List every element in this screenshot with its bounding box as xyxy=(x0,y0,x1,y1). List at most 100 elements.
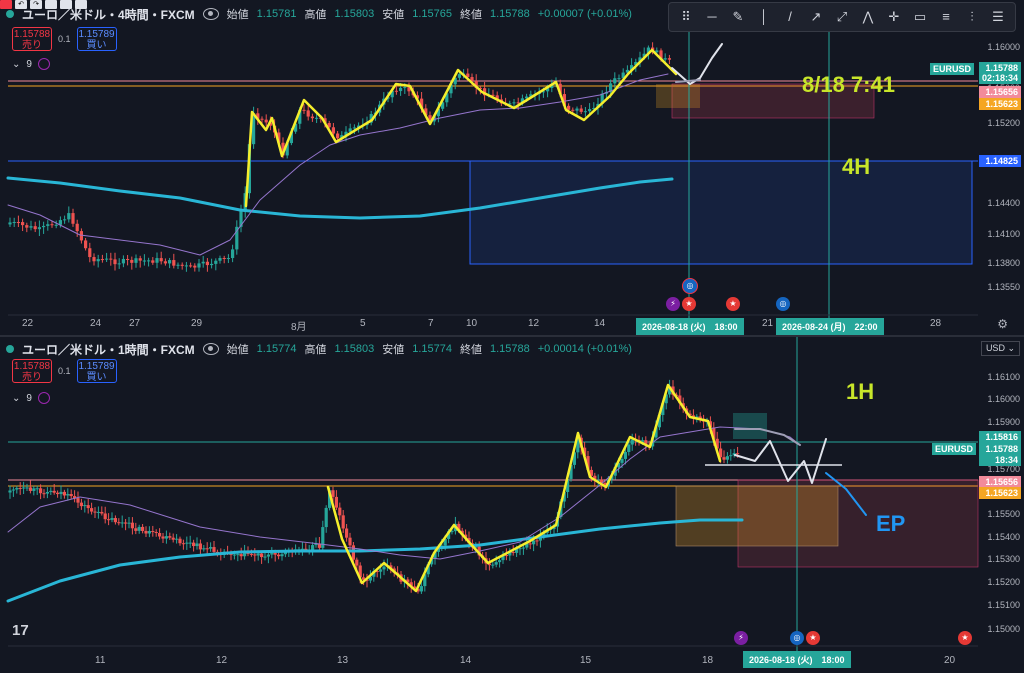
candle-body xyxy=(226,258,230,260)
ray-tool-icon[interactable]: ↗ xyxy=(805,6,827,28)
candle-body xyxy=(100,259,104,261)
candle-body xyxy=(22,487,26,489)
buy-button[interactable]: 1.15789 買い xyxy=(76,27,117,51)
sell-button[interactable]: 1.15788 売り xyxy=(12,27,52,51)
indicators-toggle[interactable]: ⌄ 9 xyxy=(12,58,50,70)
forecast-path xyxy=(734,438,827,484)
candle-body xyxy=(134,258,138,263)
candle-body xyxy=(71,213,75,224)
horizontal-line-tool-icon[interactable]: ─ xyxy=(701,6,723,28)
candle-body xyxy=(521,547,525,549)
annotation-entry-point: EP xyxy=(876,511,906,536)
sell-button[interactable]: 1.15788 売り xyxy=(12,359,52,383)
candle-body xyxy=(11,489,15,491)
candle-body xyxy=(192,542,196,547)
candle-body xyxy=(532,540,536,545)
moving-average-200 xyxy=(6,518,744,603)
candle-body xyxy=(205,548,209,550)
candle-body xyxy=(76,498,80,503)
trade-buttons: 1.15788 売り 0.1 1.15789 買い xyxy=(12,359,117,383)
candle-body xyxy=(491,564,495,566)
candle-body xyxy=(141,526,145,531)
chart-plot-4h[interactable] xyxy=(0,0,1024,335)
candle-body xyxy=(100,511,104,514)
event-icon[interactable]: ◎ xyxy=(790,631,804,645)
buy-button[interactable]: 1.15789 買い xyxy=(76,359,117,383)
us-flag-icon[interactable]: ★ xyxy=(726,297,740,311)
price-tick-label: 1.16000 xyxy=(987,394,1020,404)
buy-price: 1.15789 xyxy=(78,361,115,372)
candle-body xyxy=(25,487,29,489)
candle-body xyxy=(535,540,539,542)
candle-body xyxy=(69,494,73,497)
candle-body xyxy=(623,451,627,459)
low-label: 安値 xyxy=(382,344,405,356)
redo-icon[interactable]: ↷ xyxy=(30,0,42,9)
rectangle-tool-icon[interactable]: ▭ xyxy=(909,6,931,28)
path-tool-icon[interactable]: ⋀ xyxy=(857,6,879,28)
candle-body xyxy=(310,116,314,119)
candle-body xyxy=(345,528,349,538)
spread-value: 0.1 xyxy=(58,34,71,44)
countdown-tag: 02:18:34 xyxy=(979,72,1021,84)
more-tools-icon[interactable]: ☰ xyxy=(987,6,1009,28)
vertical-line-tool-icon[interactable]: │ xyxy=(753,6,775,28)
save-icon[interactable] xyxy=(45,0,57,9)
candle-body xyxy=(168,260,172,264)
chevron-down-icon: ⌄ xyxy=(12,58,21,70)
candle-body xyxy=(311,545,315,551)
undo-icon[interactable]: ↶ xyxy=(15,0,27,9)
candle-body xyxy=(158,533,162,537)
crosshair-tool-icon[interactable]: ✛ xyxy=(883,6,905,28)
copy-icon[interactable] xyxy=(75,0,87,9)
eye-icon[interactable] xyxy=(202,8,219,20)
candle-body xyxy=(195,543,199,547)
price-tick-label: 1.15900 xyxy=(987,417,1020,427)
high-label: 高値 xyxy=(304,344,327,356)
indicators-toggle[interactable]: ⌄ 9 xyxy=(12,392,50,404)
event-icon[interactable]: ◎ xyxy=(682,278,698,294)
brush-tool-icon[interactable]: ✎ xyxy=(727,6,749,28)
chart-pane-4h[interactable]: ユーロ／米ドル・4時間・FXCM 始値 1.15781 高値 1.15803 安値 1… xyxy=(0,0,1024,337)
chart-pane-1h[interactable]: ユーロ／米ドル・1時間・FXCM 始値 1.15774 高値 1.15803 安値 1… xyxy=(0,337,1024,673)
drag-handle-icon[interactable]: ⠿ xyxy=(675,6,697,28)
candle-body xyxy=(210,263,214,266)
candle-body xyxy=(49,490,53,492)
candle-body xyxy=(722,457,726,460)
level-price-tag: 1.15623 xyxy=(979,487,1021,499)
us-flag-icon[interactable]: ★ xyxy=(806,631,820,645)
time-tick-label: 14 xyxy=(460,655,472,666)
gear-icon[interactable] xyxy=(60,0,72,9)
candle-body xyxy=(154,532,158,534)
symbol-title[interactable]: ユーロ／米ドル・1時間・FXCM xyxy=(22,341,195,358)
us-flag-icon[interactable]: ★ xyxy=(958,631,972,645)
lightning-event-icon[interactable]: ⚡ xyxy=(734,631,748,645)
extended-line-tool-icon[interactable]: ⤢ xyxy=(831,6,853,28)
fib-tool-icon[interactable]: ≡ xyxy=(935,6,957,28)
trend-line-tool-icon[interactable]: / xyxy=(779,6,801,28)
annotation-timeframe: 4H xyxy=(842,154,871,179)
candle-body xyxy=(50,224,54,226)
candle-body xyxy=(35,488,39,490)
cycle-icon[interactable] xyxy=(37,58,50,70)
time-tick-label: 14 xyxy=(594,318,606,329)
cycle-icon[interactable] xyxy=(37,392,50,404)
settings-gear-icon[interactable]: ⚙ xyxy=(997,317,1008,331)
event-icon[interactable]: ◎ xyxy=(776,297,790,311)
candle-body xyxy=(579,108,583,112)
forecast-path xyxy=(675,79,701,83)
eye-icon[interactable] xyxy=(202,343,219,355)
price-tick-label: 1.15200 xyxy=(987,118,1020,128)
us-flag-icon[interactable]: ★ xyxy=(682,297,696,311)
time-tick-label: 21 xyxy=(762,318,774,329)
square-icon[interactable] xyxy=(0,0,12,9)
lightning-event-icon[interactable]: ⚡ xyxy=(666,297,680,311)
buy-price: 1.15789 xyxy=(78,29,115,40)
zone-rectangle xyxy=(733,413,767,439)
settings-lines-tool-icon[interactable]: ⫶ xyxy=(961,6,983,28)
currency-select[interactable]: USD ⌄ xyxy=(980,341,1020,356)
candle-body xyxy=(147,531,151,534)
legend-header: ユーロ／米ドル・4時間・FXCM 始値 1.15781 高値 1.15803 安値 1… xyxy=(6,6,632,22)
zone-rectangle xyxy=(675,485,839,547)
indicator-count: 9 xyxy=(26,58,32,70)
